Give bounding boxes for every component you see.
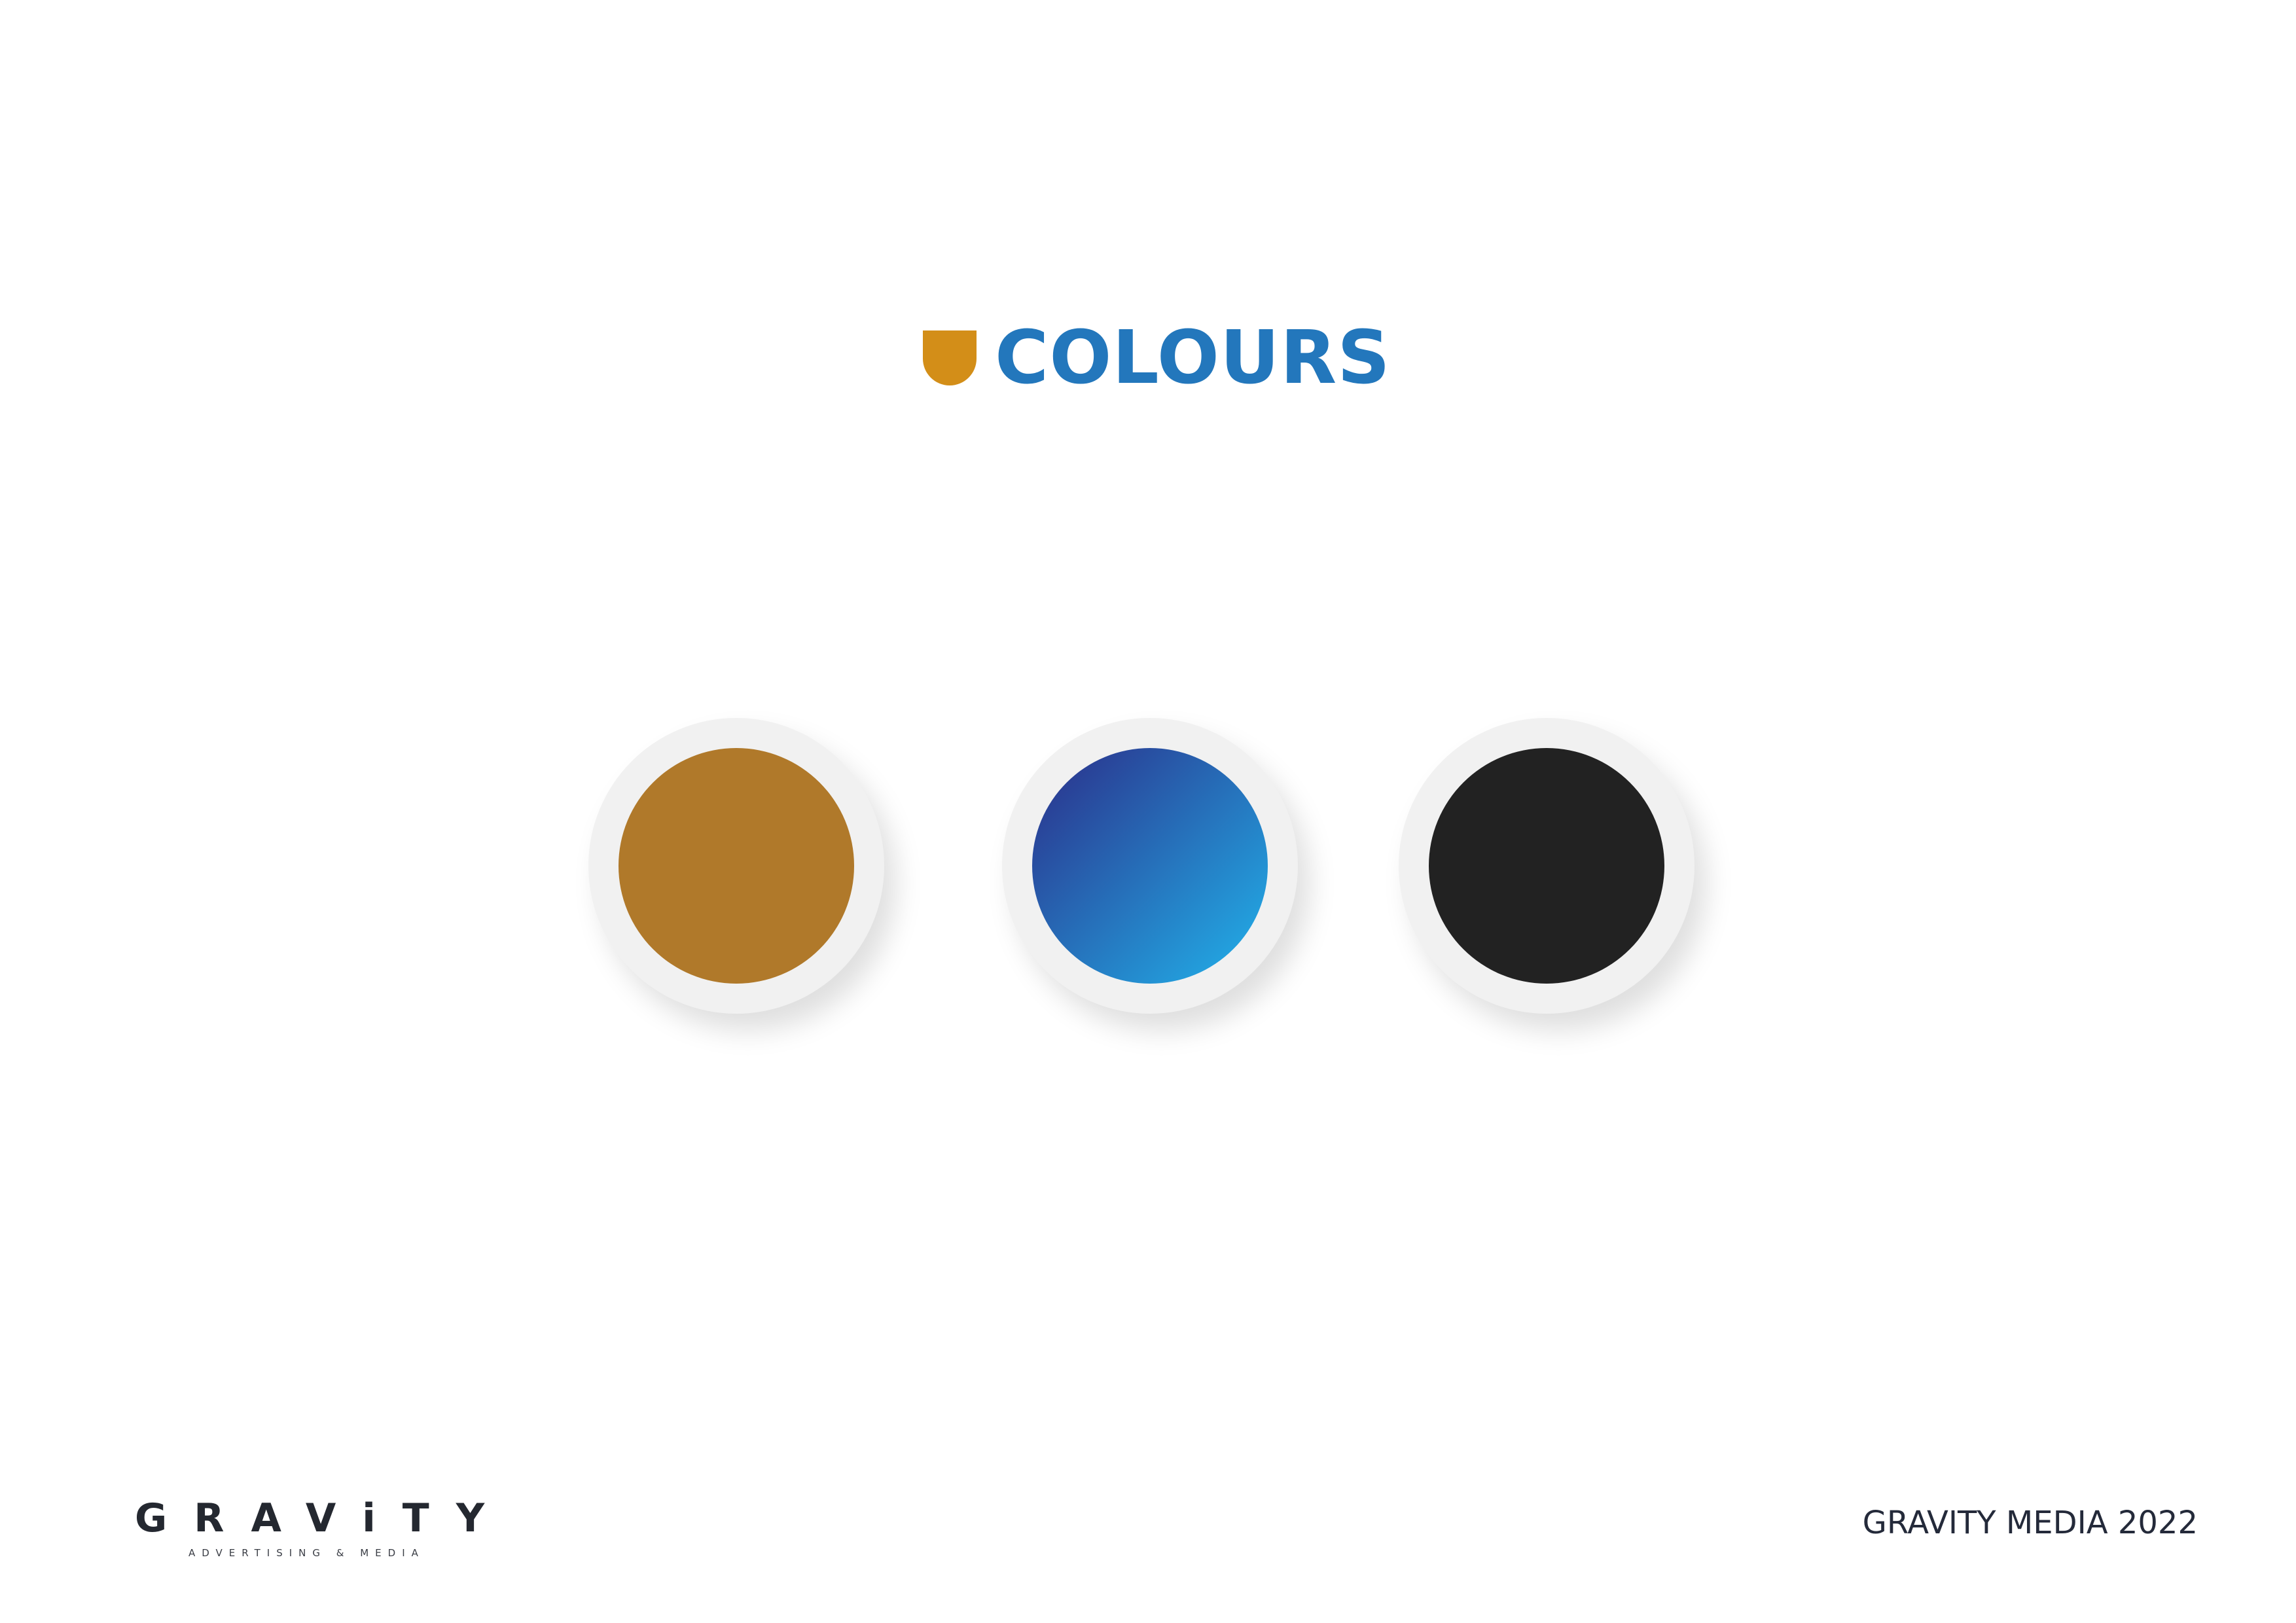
swatch-gold (619, 748, 854, 984)
swatch-black-ring (1399, 718, 1695, 1014)
page-header: COLOURS (923, 319, 1391, 397)
swatch-gold-ring (588, 718, 884, 1014)
swatch-blue-ring (1002, 718, 1298, 1014)
logo-tagline: ADVERTISING & MEDIA (188, 1547, 425, 1559)
swatch-blue-gradient (1032, 748, 1268, 984)
footer-logo: GRAViTY ADVERTISING & MEDIA (135, 1495, 512, 1564)
logo-wordmark: GRAViTY (135, 1495, 512, 1541)
brand-mark-icon (923, 330, 977, 385)
swatch-black (1429, 748, 1664, 984)
footer-text: GRAVITY MEDIA 2022 (1862, 1505, 2198, 1541)
page-title: COLOURS (995, 315, 1391, 401)
